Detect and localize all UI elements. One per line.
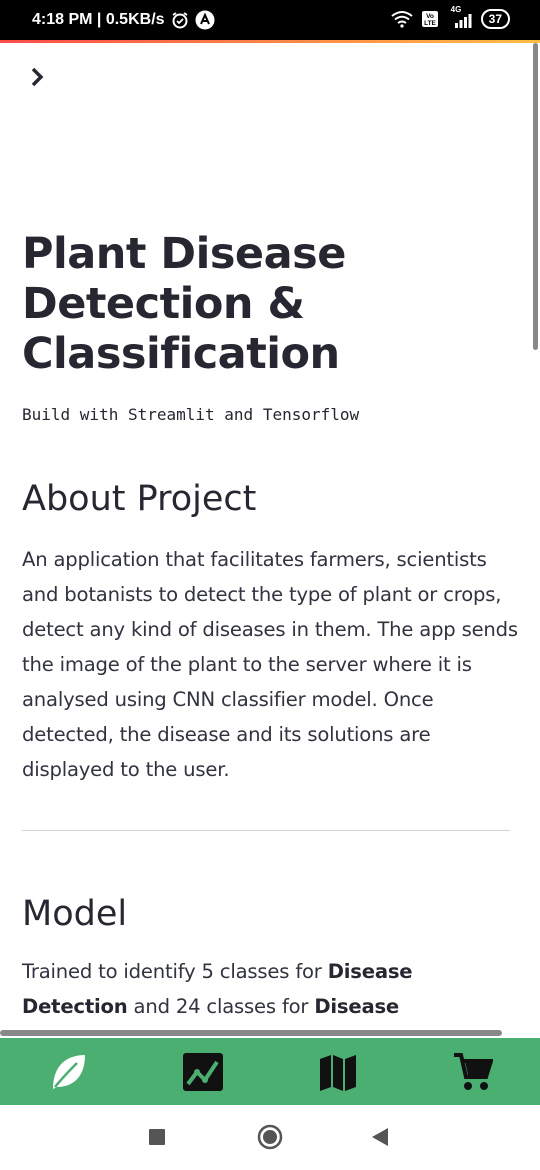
back-triangle-icon[interactable] — [370, 1126, 390, 1148]
volte-icon: VoLTE — [421, 11, 438, 27]
bottom-nav — [0, 1038, 540, 1105]
about-heading: About Project — [22, 479, 257, 519]
model-text-part1: Trained to identify 5 classes for — [22, 960, 328, 983]
status-bar: 4:18 PM | 0.5KB/s Vo LTE 4G 37 — [0, 0, 540, 40]
svg-text:LTE: LTE — [424, 20, 436, 27]
app-notification-icon — [195, 10, 215, 30]
model-text-part2: and 24 classes for — [127, 995, 315, 1018]
page-title: Plant Disease Detection & Classification — [22, 229, 346, 379]
model-text-bold2: Disease — [314, 995, 400, 1018]
status-time-speed: 4:18 PM | 0.5KB/s — [32, 11, 165, 28]
cart-icon — [453, 1052, 493, 1090]
recent-apps-square-icon[interactable] — [148, 1128, 166, 1146]
chart-icon — [182, 1052, 223, 1091]
section-divider — [22, 830, 510, 831]
sidebar-toggle-chevron-icon[interactable] — [26, 65, 50, 89]
horizontal-scrollbar[interactable] — [0, 1030, 502, 1036]
nav-item-analytics[interactable] — [173, 1042, 233, 1102]
signal-icon — [454, 14, 472, 28]
map-icon — [319, 1054, 356, 1091]
page-subtitle: Build with Streamlit and Tensorflow — [22, 405, 360, 424]
model-heading: Model — [22, 894, 128, 934]
nav-item-home[interactable] — [38, 1042, 98, 1102]
about-paragraph: An application that facilitates farmers,… — [22, 548, 518, 781]
status-right: Vo LTE 4G 37 — [391, 5, 510, 29]
vertical-scrollbar[interactable] — [533, 43, 538, 350]
nav-item-map[interactable] — [308, 1042, 368, 1102]
battery-indicator: 37 — [480, 9, 510, 29]
model-paragraph: Trained to identify 5 classes for Diseas… — [22, 954, 518, 1024]
alarm-icon — [172, 12, 188, 29]
main-content[interactable]: Plant Disease Detection & Classification… — [0, 43, 540, 1038]
home-circle-icon[interactable] — [257, 1124, 283, 1150]
nav-item-cart[interactable] — [443, 1042, 503, 1102]
wifi-icon — [391, 11, 413, 28]
leaf-icon — [52, 1054, 85, 1089]
status-left: 4:18 PM | 0.5KB/s — [32, 10, 215, 30]
battery-level: 37 — [488, 12, 502, 26]
signal-indicator: 4G — [447, 5, 473, 29]
svg-text:Vo: Vo — [426, 13, 434, 20]
android-nav-bar — [0, 1105, 540, 1170]
